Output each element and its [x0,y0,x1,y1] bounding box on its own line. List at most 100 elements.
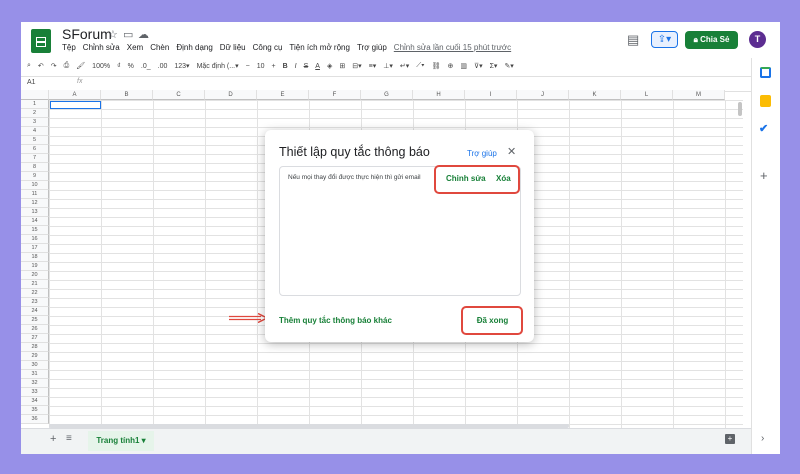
borders-icon[interactable]: ⊞ [339,62,345,70]
menu-insert[interactable]: Chèn [150,43,169,52]
menu-edit[interactable]: Chỉnh sửa [83,43,120,52]
row-header[interactable]: 20 [21,271,49,280]
font-select[interactable]: Mặc định (...▾ [197,62,239,70]
redo-icon[interactable]: ↷ [51,62,57,70]
fill-color-icon[interactable]: ◈ [327,62,332,70]
row-header[interactable]: 6 [21,145,49,154]
row-header[interactable]: 5 [21,136,49,145]
explore-icon[interactable]: + [725,434,735,444]
chevron-right-icon[interactable]: › [761,433,764,444]
row-header[interactable]: 25 [21,316,49,325]
row-header[interactable]: 26 [21,325,49,334]
merge-cells-icon[interactable]: ⊟▾ [352,62,361,70]
add-sheet-button[interactable]: + [50,433,56,445]
row-header[interactable]: 14 [21,217,49,226]
decrease-decimal[interactable]: .0_ [141,63,151,70]
row-header[interactable]: 15 [21,226,49,235]
row-header[interactable]: 28 [21,343,49,352]
add-rule-link[interactable]: Thêm quy tắc thông báo khác [279,316,392,325]
avatar[interactable]: T [749,31,766,48]
row-header[interactable]: 33 [21,388,49,397]
selected-cell-a1[interactable] [50,101,101,109]
column-header[interactable]: K [569,90,621,100]
row-header[interactable]: 29 [21,352,49,361]
row-header[interactable]: 3 [21,118,49,127]
input-tools-icon[interactable]: ✎▾ [504,62,513,70]
row-header[interactable]: 17 [21,244,49,253]
column-header[interactable]: F [309,90,361,100]
star-icon[interactable]: ☆ [108,28,118,41]
sheets-logo-icon[interactable] [31,29,51,53]
increase-decimal[interactable]: .00 [158,63,168,70]
row-header[interactable]: 8 [21,163,49,172]
row-header[interactable]: 32 [21,379,49,388]
row-header[interactable]: 30 [21,361,49,370]
row-header[interactable]: 18 [21,253,49,262]
column-header[interactable]: B [101,90,153,100]
italic-button[interactable]: I [295,63,297,70]
search-menus-icon[interactable]: ⌕ [27,62,31,70]
font-decrease-icon[interactable]: − [246,63,250,70]
font-increase-icon[interactable]: + [272,63,276,70]
row-header[interactable]: 23 [21,298,49,307]
text-wrap-icon[interactable]: ↵▾ [400,62,409,70]
percent-format[interactable]: % [128,63,134,70]
row-header[interactable]: 31 [21,370,49,379]
row-header[interactable]: 16 [21,235,49,244]
close-icon[interactable]: ✕ [507,145,516,158]
document-title[interactable]: SForum [62,26,112,42]
font-size-field[interactable]: 10 [257,63,265,70]
row-header[interactable]: 24 [21,307,49,316]
column-header[interactable]: M [673,90,725,100]
row-header[interactable]: 12 [21,199,49,208]
text-rotation-icon[interactable]: ⟋▾ [416,62,424,70]
menu-format[interactable]: Định dạng [176,43,212,52]
sheet-tab-trang-tinh1[interactable]: Trang tính1 ▾ [88,431,154,451]
menu-view[interactable]: Xem [127,43,143,52]
calendar-icon[interactable] [760,67,771,78]
menu-help[interactable]: Trợ giúp [357,43,387,52]
insert-comment-icon[interactable]: ⊕ [447,62,453,70]
row-header[interactable]: 1 [21,100,49,109]
bold-button[interactable]: B [283,63,288,70]
insert-chart-icon[interactable]: ▥ [460,62,467,70]
row-header[interactable]: 9 [21,172,49,181]
row-header[interactable]: 2 [21,109,49,118]
folder-icon[interactable]: ▭ [123,28,133,41]
undo-icon[interactable]: ↶ [38,62,44,70]
comment-icon[interactable]: ▤ [627,32,639,48]
zoom-select[interactable]: 100% [92,63,110,70]
column-header[interactable]: J [517,90,569,100]
menu-file[interactable]: Tệp [62,43,76,52]
column-header[interactable]: H [413,90,465,100]
column-header[interactable]: I [465,90,517,100]
print-icon[interactable]: ⎙ [64,62,70,70]
row-header[interactable]: 7 [21,154,49,163]
row-header[interactable]: 4 [21,127,49,136]
menu-tools[interactable]: Công cụ [253,43,283,52]
row-header[interactable]: 13 [21,208,49,217]
row-header[interactable]: 21 [21,280,49,289]
column-header[interactable]: E [257,90,309,100]
add-addon-icon[interactable]: + [760,168,768,183]
vertical-scrollbar[interactable] [738,102,742,116]
row-header[interactable]: 35 [21,406,49,415]
column-header[interactable]: G [361,90,413,100]
menu-data[interactable]: Dữ liệu [220,43,246,52]
name-box[interactable]: A1 [27,79,36,86]
help-link[interactable]: Trợ giúp [467,149,497,158]
functions-icon[interactable]: Σ▾ [490,62,498,70]
share-button[interactable]: 🔒︎ Chia Sẻ [685,31,738,49]
row-header[interactable]: 36 [21,415,49,424]
filter-icon[interactable]: ⊽▾ [474,62,483,70]
currency-format[interactable]: ₫ [117,63,121,70]
align-horizontal-icon[interactable]: ≡▾ [369,62,377,70]
strikethrough-button[interactable]: S [304,63,309,70]
row-header[interactable]: 34 [21,397,49,406]
paint-format-icon[interactable]: 🖌︎ [76,62,85,70]
align-vertical-icon[interactable]: ⊥▾ [383,62,393,70]
formula-input[interactable] [93,77,743,90]
menu-extensions[interactable]: Tiện ích mở rộng [289,43,350,52]
present-button[interactable]: ⇪▾ [651,31,678,48]
row-header[interactable]: 10 [21,181,49,190]
